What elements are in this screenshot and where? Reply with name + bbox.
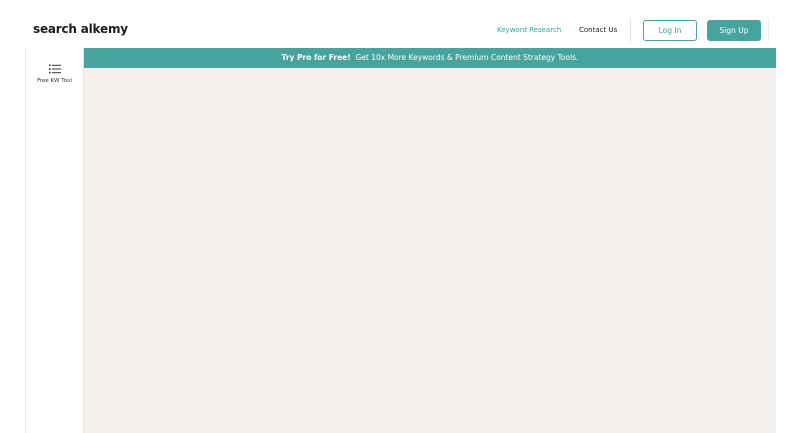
top-header: search alkemy Keyword Research Contact U… — [0, 0, 800, 48]
page: search alkemy Keyword Research Contact U… — [0, 0, 800, 433]
sidebar-item-label: Free KW Tool — [37, 78, 72, 84]
nav-contact-us-link[interactable]: Contact Us — [579, 25, 617, 35]
site-logo[interactable]: search alkemy — [33, 20, 128, 38]
promo-text: Get 10x More Keywords & Premium Content … — [355, 53, 579, 62]
header-right-divider — [768, 18, 769, 42]
sidebar: Free KW Tool — [25, 48, 84, 433]
nav-divider — [630, 18, 631, 42]
main-content-area — [84, 68, 776, 433]
sidebar-item-free-kw-tool[interactable]: Free KW Tool — [26, 64, 83, 92]
nav-keyword-research-link[interactable]: Keyword Research — [497, 25, 561, 35]
promo-highlight: Try Pro for Free! — [281, 53, 351, 62]
login-button[interactable]: Log In — [643, 20, 697, 41]
signup-button[interactable]: Sign Up — [707, 20, 761, 41]
list-icon — [48, 64, 61, 74]
promo-banner[interactable]: Try Pro for Free! Get 10x More Keywords … — [84, 48, 776, 68]
